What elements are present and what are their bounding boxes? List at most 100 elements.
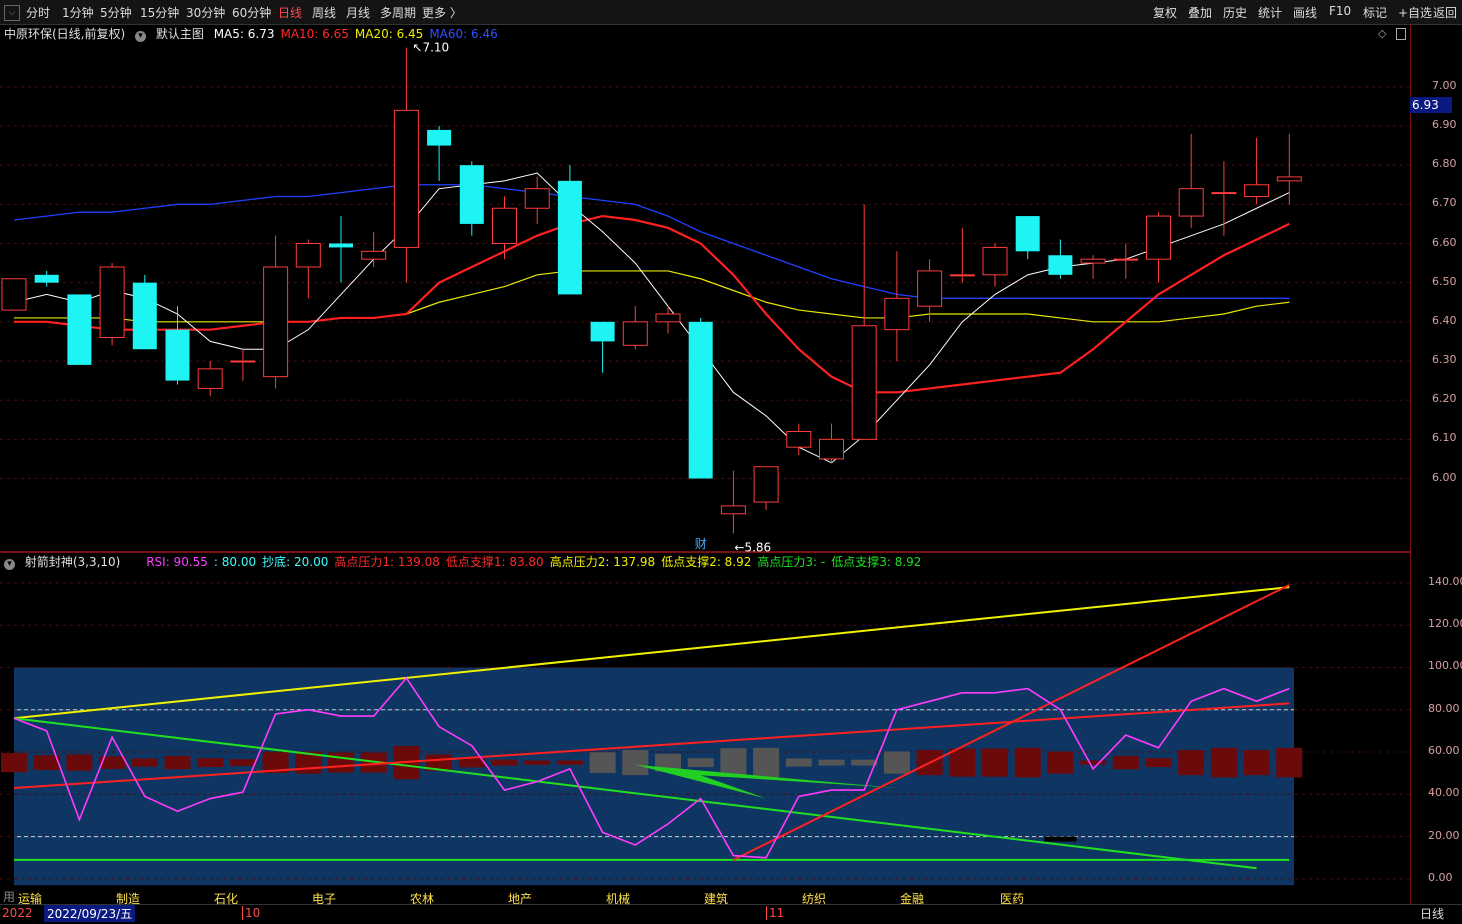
candle-body — [1211, 192, 1237, 195]
event-tag: 财 — [695, 537, 707, 551]
indicator-axis-tick-4: 60.00 — [1428, 744, 1460, 758]
signal-marker — [1044, 836, 1077, 842]
candle-body — [1276, 176, 1302, 182]
candle-body — [1146, 215, 1171, 260]
current-price-tag: 6.93 — [1410, 97, 1452, 113]
histogram-bar — [687, 758, 714, 768]
month-divider-1 — [242, 906, 243, 920]
ma60-line — [13, 184, 1290, 299]
candle-body — [819, 438, 844, 460]
histogram-bar — [1047, 751, 1074, 774]
histogram-bar — [524, 760, 551, 765]
price-axis-tick-1: 6.90 — [1432, 118, 1457, 131]
histogram-bar — [1243, 750, 1270, 776]
indicator-axis-tick-3: 80.00 — [1428, 701, 1460, 715]
sector-label-2: 石化 — [214, 892, 239, 906]
candle-body — [786, 431, 812, 448]
candle-body — [132, 282, 157, 350]
candle-body — [34, 274, 59, 283]
candle-body — [655, 313, 681, 323]
sector-label-6: 机械 — [606, 892, 631, 906]
sector-label-7: 建筑 — [704, 892, 729, 906]
histogram-bar — [1, 752, 27, 773]
candle-body — [427, 129, 452, 146]
sector-label-0: 运输 — [18, 892, 43, 906]
histogram-bar — [883, 751, 910, 774]
candle-body — [949, 274, 975, 277]
histogram-bar — [1080, 760, 1107, 765]
histogram-bar — [589, 752, 616, 773]
candle-body — [622, 321, 648, 346]
histogram-bar — [1178, 750, 1205, 776]
histogram-bar — [197, 758, 224, 768]
candle-body — [492, 207, 517, 244]
candle-body — [851, 325, 877, 440]
year-prefix: 2022 — [2, 906, 33, 920]
histogram-bar — [66, 754, 93, 771]
histogram-bar — [785, 758, 812, 767]
price-axis-tick-6: 6.40 — [1432, 313, 1457, 327]
candle-body — [1, 278, 27, 311]
corner-char: 用 — [3, 890, 16, 904]
indicator-axis-tick-1: 120.00 — [1428, 617, 1462, 631]
candle-body — [361, 250, 387, 260]
candle-body — [393, 109, 419, 248]
candle-body — [165, 329, 190, 381]
sector-label-5: 地产 — [508, 892, 533, 906]
histogram-bar — [131, 758, 158, 767]
sector-label-1: 制造 — [116, 892, 141, 906]
ma10-line — [14, 214, 1290, 394]
candle-body — [1244, 184, 1270, 197]
histogram-bar — [753, 747, 780, 778]
candle-body — [99, 266, 125, 338]
candle-body — [884, 297, 910, 331]
candle-body — [917, 270, 943, 307]
candle-body — [230, 360, 256, 363]
indicator-axis-tick-0: 140.00 — [1428, 574, 1462, 588]
indicator-axis-tick-5: 40.00 — [1428, 786, 1460, 800]
month-divider-2 — [766, 906, 767, 920]
price-axis-tick-5: 6.50 — [1432, 274, 1457, 288]
candle-body — [1113, 258, 1139, 261]
histogram-bar — [1014, 747, 1041, 778]
histogram-bar — [851, 759, 878, 766]
ma20-line — [14, 270, 1290, 323]
histogram-bar — [1112, 755, 1139, 770]
histogram-bar — [1210, 747, 1237, 778]
price-axis-tick-0: 7.00 — [1432, 78, 1457, 92]
rsi-zone-bg — [14, 667, 1294, 886]
sector-label-4: 农林 — [410, 892, 435, 906]
month-label-1: 10 — [245, 906, 261, 920]
candle-body — [1178, 188, 1204, 217]
price-axis-tick-2: 6.80 — [1432, 157, 1457, 171]
histogram-bar — [164, 755, 191, 770]
indicator-axis-tick-7: 0.00 — [1428, 870, 1453, 884]
histogram-bar — [491, 759, 518, 766]
candle-body — [1080, 258, 1106, 264]
candle-body — [982, 246, 1008, 276]
candle-body — [524, 188, 550, 209]
candle-body — [1015, 216, 1040, 252]
candle-body — [329, 243, 353, 248]
sector-label-10: 医药 — [1000, 892, 1025, 906]
price-axis-tick-10: 6.00 — [1432, 470, 1457, 484]
candle-body — [263, 266, 289, 378]
candle-body — [67, 294, 92, 365]
candle-body — [688, 321, 713, 479]
bottom-bar — [0, 904, 1462, 924]
candle-body — [197, 368, 223, 389]
price-axis-tick-7: 6.30 — [1432, 353, 1457, 366]
indicator-axis-tick-6: 20.00 — [1428, 828, 1460, 842]
histogram-bar — [622, 750, 649, 776]
candle-body — [590, 321, 615, 342]
histogram-bar — [818, 759, 845, 766]
candle-body — [720, 505, 746, 515]
histogram-bar — [949, 748, 976, 777]
histogram-bar — [1276, 747, 1303, 778]
chart-canvas[interactable]: ↖7.10 ←5.86 财 — [0, 0, 1462, 923]
histogram-bar — [982, 748, 1008, 777]
period-button[interactable]: 日线 — [1420, 905, 1444, 922]
sector-label-9: 金融 — [900, 892, 925, 906]
month-label-2: 11 — [769, 906, 785, 920]
candle-body — [557, 180, 582, 295]
